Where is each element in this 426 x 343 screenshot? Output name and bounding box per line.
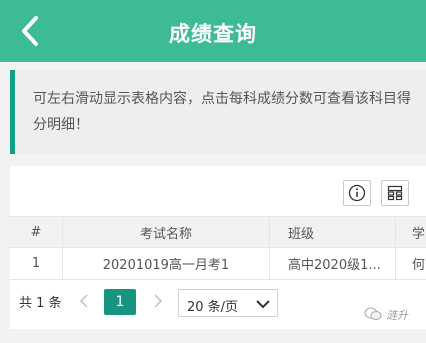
column-header-exam-name[interactable]: 考试名称 [63,217,270,247]
next-page-button[interactable] [149,292,165,310]
column-header-student[interactable]: 学 [396,217,426,247]
column-header-index[interactable]: # [10,217,63,247]
page-size-value: 20 条/页 [187,300,239,315]
page-size-select[interactable]: 20 条/页 [178,289,278,317]
info-button[interactable] [343,180,371,206]
table-header: # 考试名称 班级 学 [10,216,426,248]
watermark-text: 涟升 [386,309,408,322]
total-count: 共 1 条 [19,296,62,311]
chevron-down-icon [256,300,270,309]
page-title: 成绩查询 [169,22,257,46]
chevron-left-icon [79,294,88,308]
chevron-right-icon [154,294,163,308]
row-student: 何 [412,258,426,273]
notice-banner: 可左右滑动显示表格内容，点击每科成绩分数可查看该科目得分明细！ [10,70,426,154]
page-number-current[interactable]: 1 [104,289,136,315]
notice-text: 可左右滑动显示表格内容，点击每科成绩分数可查看该科目得分明细！ [33,91,411,133]
row-class: 高中2020级1... [270,248,396,279]
prev-page-button[interactable] [77,292,93,310]
wechat-logo-icon [364,307,382,320]
column-filter-icon [387,185,403,201]
table-row[interactable]: 1 20201019高一月考1 高中2020级1... 何 [10,248,426,280]
row-index: 1 [10,248,63,279]
watermark: 涟升 [364,305,414,325]
app-header: 成绩查询 [0,0,426,62]
row-exam-name: 20201019高一月考1 [63,248,270,279]
column-filter-button[interactable] [381,180,409,206]
info-circle-icon [348,184,366,202]
column-header-class[interactable]: 班级 [270,217,396,247]
